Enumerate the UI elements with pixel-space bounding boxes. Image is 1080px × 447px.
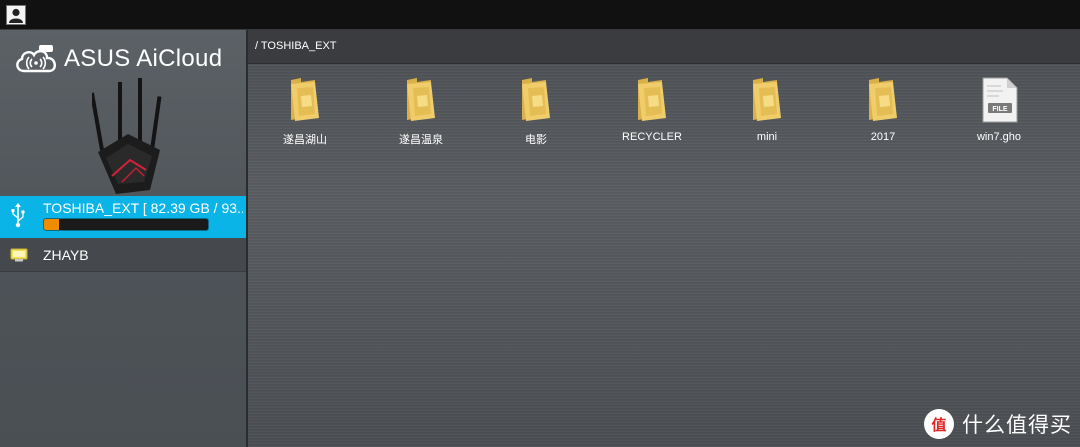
device-name: ZHAYB	[43, 247, 89, 263]
watermark: 值 什么值得买	[924, 409, 1072, 439]
folder-item[interactable]: 电影	[491, 74, 581, 147]
folder-icon	[407, 78, 435, 121]
folder-item[interactable]: 遂昌温泉	[376, 74, 466, 147]
watermark-symbol: 值	[931, 416, 947, 434]
sidebar: ASUS AiCloud TOSHIBA_EXT [ 82.39 GB / 93…	[0, 30, 248, 447]
computer-icon	[10, 248, 28, 262]
file-label: 遂昌湖山	[283, 134, 327, 146]
file-browser: / TOSHIBA_EXT 遂昌湖山 遂昌温泉 电影 RECYCLER mini…	[248, 30, 1080, 447]
watermark-logo: 值	[924, 409, 954, 439]
folder-icon	[291, 78, 319, 121]
file-icon: FILE	[982, 77, 1018, 123]
folder-item[interactable]: RECYCLER	[607, 74, 697, 143]
file-badge-text: FILE	[992, 106, 1007, 113]
folder-icon	[638, 78, 666, 121]
folder-item[interactable]: 遂昌湖山	[260, 74, 350, 147]
file-label: RECYCLER	[622, 131, 682, 143]
file-label: win7.gho	[976, 131, 1022, 143]
file-label: mini	[756, 131, 778, 143]
file-label: 电影	[525, 134, 547, 146]
aicloud-logo: ASUS AiCloud	[12, 42, 222, 76]
file-label: 2017	[870, 131, 896, 143]
top-bar	[0, 0, 1080, 30]
cloud-icon	[16, 45, 56, 73]
folder-icon	[522, 78, 550, 121]
folder-item[interactable]: mini	[722, 74, 812, 143]
user-icon[interactable]	[6, 5, 26, 25]
router-image	[92, 78, 162, 194]
device-item-zhayb[interactable]: ZHAYB	[0, 238, 246, 272]
folder-icon	[869, 78, 897, 121]
file-item[interactable]: FILE win7.gho	[954, 74, 1044, 143]
storage-usage-fill	[44, 219, 59, 230]
device-item-toshiba[interactable]: TOSHIBA_EXT [ 82.39 GB / 93...	[0, 196, 246, 238]
device-name: TOSHIBA_EXT [ 82.39 GB / 93...	[43, 200, 243, 216]
watermark-text: 什么值得买	[962, 414, 1072, 437]
folder-icon	[753, 78, 781, 121]
file-label: 遂昌温泉	[399, 134, 443, 146]
storage-usage-bar	[43, 218, 209, 231]
folder-item[interactable]: 2017	[838, 74, 928, 143]
breadcrumb-path: / TOSHIBA_EXT	[255, 40, 337, 52]
breadcrumb: / TOSHIBA_EXT	[248, 30, 1080, 64]
usb-icon	[11, 203, 25, 228]
logo-text: ASUS AiCloud	[64, 45, 223, 72]
